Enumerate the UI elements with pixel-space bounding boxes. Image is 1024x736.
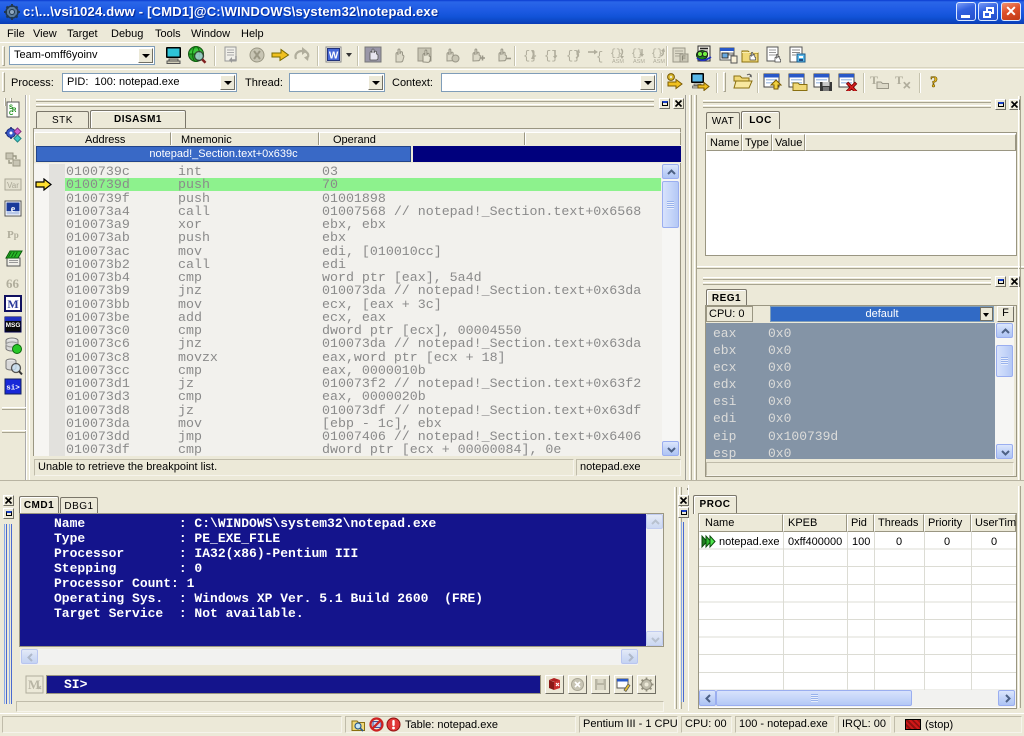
svg-text:M: M (28, 677, 40, 692)
svg-text:?: ? (930, 74, 938, 91)
svg-text:66: 66 (6, 276, 20, 291)
svg-text:F: F (682, 56, 687, 63)
svg-text:ASM: ASM (653, 59, 665, 64)
svg-text:MSG: MSG (6, 322, 21, 329)
svg-text:Var: Var (7, 181, 19, 190)
svg-text:e: e (11, 204, 16, 215)
svg-text:W: W (329, 51, 339, 62)
svg-text:{}: {} (523, 49, 537, 63)
svg-text:ASM: ASM (612, 59, 624, 64)
svg-text:si>: si> (6, 385, 20, 393)
svg-text:Pp: Pp (7, 229, 19, 241)
svg-text:M: M (7, 297, 18, 311)
svg-text:ASM: ASM (633, 59, 645, 64)
svg-text:T: T (895, 73, 903, 87)
svg-text:{: { (596, 50, 603, 64)
